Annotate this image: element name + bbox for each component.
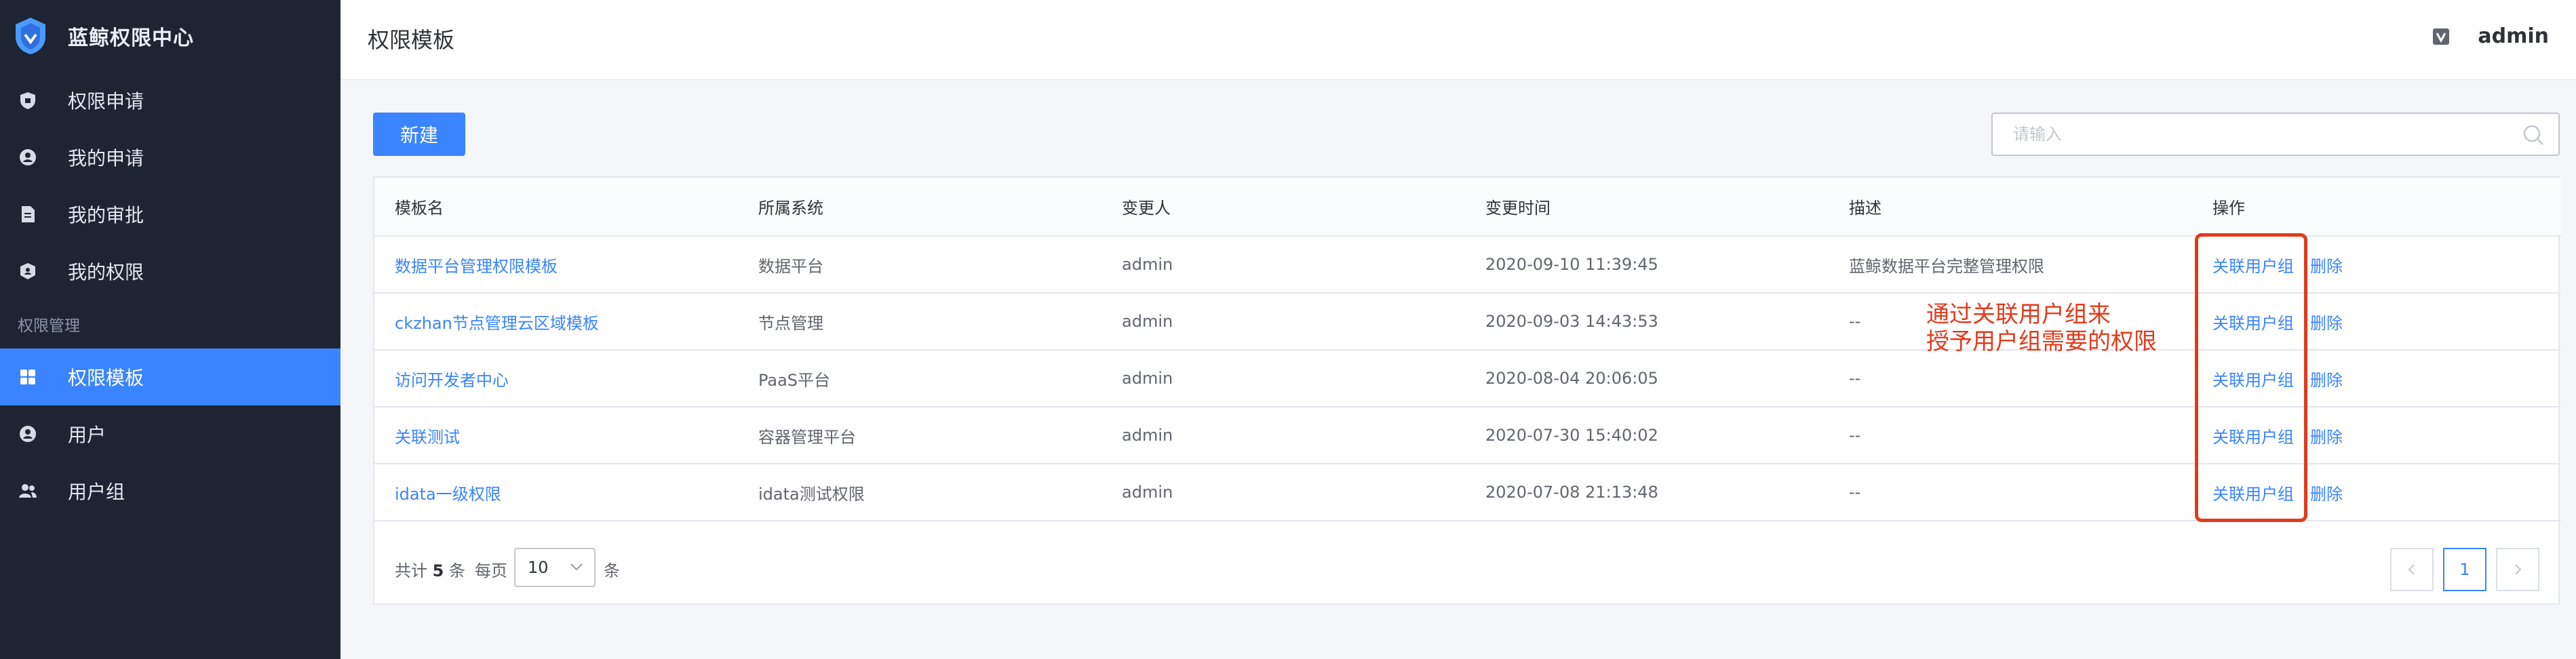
sidebar-item-user[interactable]: 用户 [0, 405, 340, 462]
annotation-line-1: 通过关联用户组来 [1926, 301, 2111, 328]
desc-cell: -- [1829, 350, 2192, 407]
column-header-desc: 描述 [1829, 178, 2192, 237]
my-apply-icon [18, 147, 38, 167]
chevron-left-icon [2408, 564, 2415, 575]
per-page-select[interactable]: 10 [514, 548, 596, 587]
sidebar-item-template[interactable]: 权限模板 [0, 348, 340, 405]
sidebar-item-label: 用户 [68, 424, 106, 446]
system-cell: idata测试权限 [738, 464, 1101, 521]
template-name-link[interactable]: idata一级权限 [395, 485, 501, 504]
annotation-line-2: 授予用户组需要的权限 [1926, 328, 2157, 355]
template-name-link[interactable]: 关联测试 [395, 428, 460, 447]
user-menu[interactable]: admin [2432, 24, 2549, 48]
system-cell: 节点管理 [738, 293, 1101, 351]
search-box [1991, 113, 2560, 156]
template-name-link[interactable]: ckzhan节点管理云区域模板 [395, 314, 599, 333]
system-cell: PaaS平台 [738, 350, 1101, 407]
sidebar-item-my-permission[interactable]: 我的权限 [0, 243, 340, 300]
updater-cell: admin [1101, 464, 1465, 521]
system-cell: 数据平台 [738, 236, 1101, 294]
delete-link[interactable]: 删除 [2310, 485, 2343, 504]
top-header: 权限模板 admin [340, 0, 2576, 80]
updater-cell: admin [1101, 236, 1465, 294]
time-cell: 2020-09-10 11:39:45 [1465, 236, 1829, 294]
column-header-updater: 变更人 [1101, 178, 1465, 237]
total-count: 共计 5 条 [395, 557, 465, 581]
time-cell: 2020-07-30 15:40:02 [1465, 407, 1829, 464]
page-title: 权限模板 [368, 27, 455, 53]
column-header-time: 变更时间 [1465, 178, 1829, 237]
sidebar-item-label: 权限模板 [68, 367, 144, 389]
total-prefix: 共计 [395, 561, 427, 580]
user-badge-icon [2433, 28, 2450, 45]
desc-cell: -- [1829, 464, 2192, 521]
my-approval-icon [18, 204, 38, 224]
pagination: 1 [2381, 548, 2539, 591]
per-page-value: 10 [528, 558, 549, 577]
delete-link[interactable]: 删除 [2310, 257, 2343, 276]
sidebar-item-permission-apply[interactable]: 权限申请 [0, 72, 340, 129]
time-cell: 2020-07-08 21:13:48 [1465, 464, 1829, 521]
updater-cell: admin [1101, 350, 1465, 407]
sidebar-item-label: 我的审批 [68, 204, 144, 226]
app-title: 蓝鲸权限中心 [68, 26, 194, 50]
delete-link[interactable]: 删除 [2310, 371, 2343, 390]
annotation-text: 通过关联用户组来 授予用户组需要的权限 [1926, 301, 2157, 355]
updater-cell: admin [1101, 293, 1465, 351]
prev-page-button[interactable] [2390, 548, 2434, 591]
updater-cell: admin [1101, 407, 1465, 464]
annotation-highlight-box [2195, 233, 2307, 522]
total-suffix: 条 [448, 561, 465, 580]
delete-link[interactable]: 删除 [2310, 314, 2343, 333]
column-header-name: 模板名 [374, 178, 738, 237]
sidebar: 蓝鲸权限中心 权限申请 我的申请 我的审批 我的权限 权限管理 权限模板 用户 … [0, 0, 340, 659]
time-cell: 2020-08-04 20:06:05 [1465, 350, 1829, 407]
my-permission-icon [18, 261, 38, 281]
time-cell: 2020-09-03 14:43:53 [1465, 293, 1829, 351]
new-button[interactable]: 新建 [373, 113, 465, 156]
permission-apply-icon [18, 90, 38, 111]
sidebar-item-my-apply[interactable]: 我的申请 [0, 129, 340, 186]
total-number: 5 [432, 561, 444, 580]
column-header-system: 所属系统 [738, 178, 1101, 237]
sidebar-item-user-group[interactable]: 用户组 [0, 462, 340, 519]
user-group-icon [18, 481, 38, 501]
user-icon [18, 424, 38, 444]
per-page-label: 每页 [475, 561, 507, 580]
username: admin [2478, 24, 2549, 48]
desc-cell: 蓝鲸数据平台完整管理权限 [1829, 236, 2192, 294]
brand: 蓝鲸权限中心 [0, 0, 340, 72]
column-header-ops: 操作 [2192, 178, 2561, 237]
desc-cell: -- [1829, 407, 2192, 464]
sidebar-group-label: 权限管理 [18, 317, 80, 335]
system-cell: 容器管理平台 [738, 407, 1101, 464]
sidebar-item-label: 我的权限 [68, 261, 144, 283]
template-name-link[interactable]: 数据平台管理权限模板 [395, 257, 558, 276]
search-icon[interactable] [2522, 123, 2545, 146]
next-page-button[interactable] [2496, 548, 2539, 591]
sidebar-item-label: 用户组 [68, 481, 125, 503]
chevron-right-icon [2515, 564, 2522, 575]
template-icon [18, 367, 38, 387]
sidebar-item-label: 权限申请 [68, 90, 144, 113]
shield-logo-icon [16, 18, 45, 54]
chevron-down-icon [570, 563, 583, 571]
page-1-button[interactable]: 1 [2443, 548, 2486, 591]
delete-link[interactable]: 删除 [2310, 428, 2343, 447]
sidebar-item-label: 我的申请 [68, 147, 144, 169]
table-footer: 共计 5 条 每页 10 条 1 [374, 529, 2558, 603]
sidebar-item-my-approval[interactable]: 我的审批 [0, 186, 340, 243]
per-page-unit: 条 [604, 561, 620, 580]
search-input[interactable] [1993, 114, 2558, 155]
table-header-row: 模板名 所属系统 变更人 变更时间 描述 操作 [374, 178, 2561, 237]
template-name-link[interactable]: 访问开发者中心 [395, 371, 509, 390]
